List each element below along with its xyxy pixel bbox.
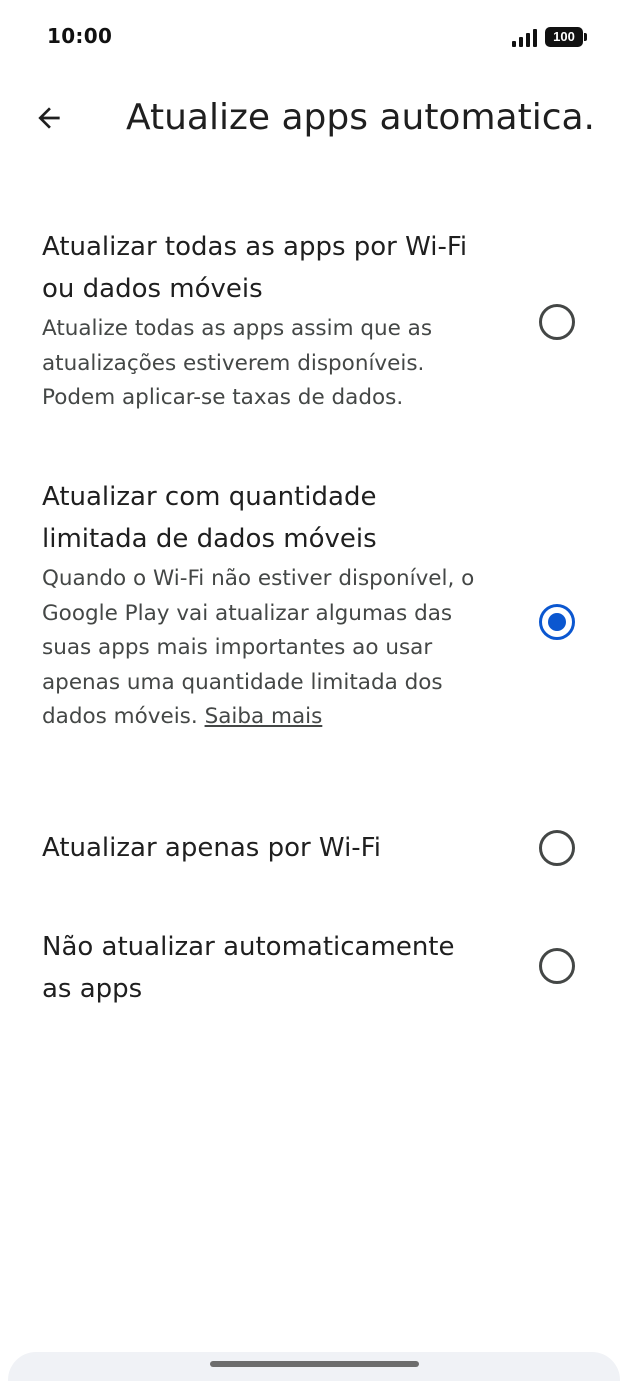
- option-description: Quando o Wi-Fi não estiver disponível, o…: [42, 562, 482, 735]
- option-limited-data[interactable]: Atualizar com quantidade limitada de dad…: [0, 472, 628, 782]
- option-all-networks[interactable]: Atualizar todas as apps por Wi-Fi ou dad…: [0, 222, 628, 432]
- radio-button[interactable]: [539, 948, 575, 984]
- status-bar: 10:00 100: [0, 0, 628, 76]
- radio-button[interactable]: [539, 830, 575, 866]
- option-title: Atualizar todas as apps por Wi-Fi ou dad…: [42, 232, 468, 304]
- signal-icon: [512, 29, 537, 47]
- option-wifi-only[interactable]: Atualizar apenas por Wi-Fi: [0, 822, 628, 882]
- option-description: Atualize todas as apps assim que as atua…: [42, 316, 433, 410]
- arrow-back-icon: [38, 107, 60, 129]
- battery-cap: [584, 33, 587, 41]
- page-title: Atualize apps automatica...: [126, 97, 596, 138]
- learn-more-link[interactable]: Saiba mais: [205, 704, 323, 729]
- battery-icon: 100: [545, 27, 589, 49]
- option-title: Não atualizar automaticamente as apps: [42, 932, 455, 1004]
- option-title: Atualizar apenas por Wi-Fi: [42, 833, 381, 863]
- battery-level: 100: [545, 27, 583, 47]
- back-button[interactable]: [26, 95, 72, 141]
- status-time: 10:00: [47, 24, 113, 48]
- radio-selected-dot: [548, 613, 566, 631]
- radio-button-selected[interactable]: [539, 604, 575, 640]
- option-title: Atualizar com quantidade limitada de dad…: [42, 482, 377, 554]
- option-no-auto-update[interactable]: Não atualizar automaticamente as apps: [0, 922, 628, 1022]
- home-indicator[interactable]: [210, 1361, 419, 1367]
- radio-button[interactable]: [539, 304, 575, 340]
- app-bar: Atualize apps automatica...: [0, 80, 628, 160]
